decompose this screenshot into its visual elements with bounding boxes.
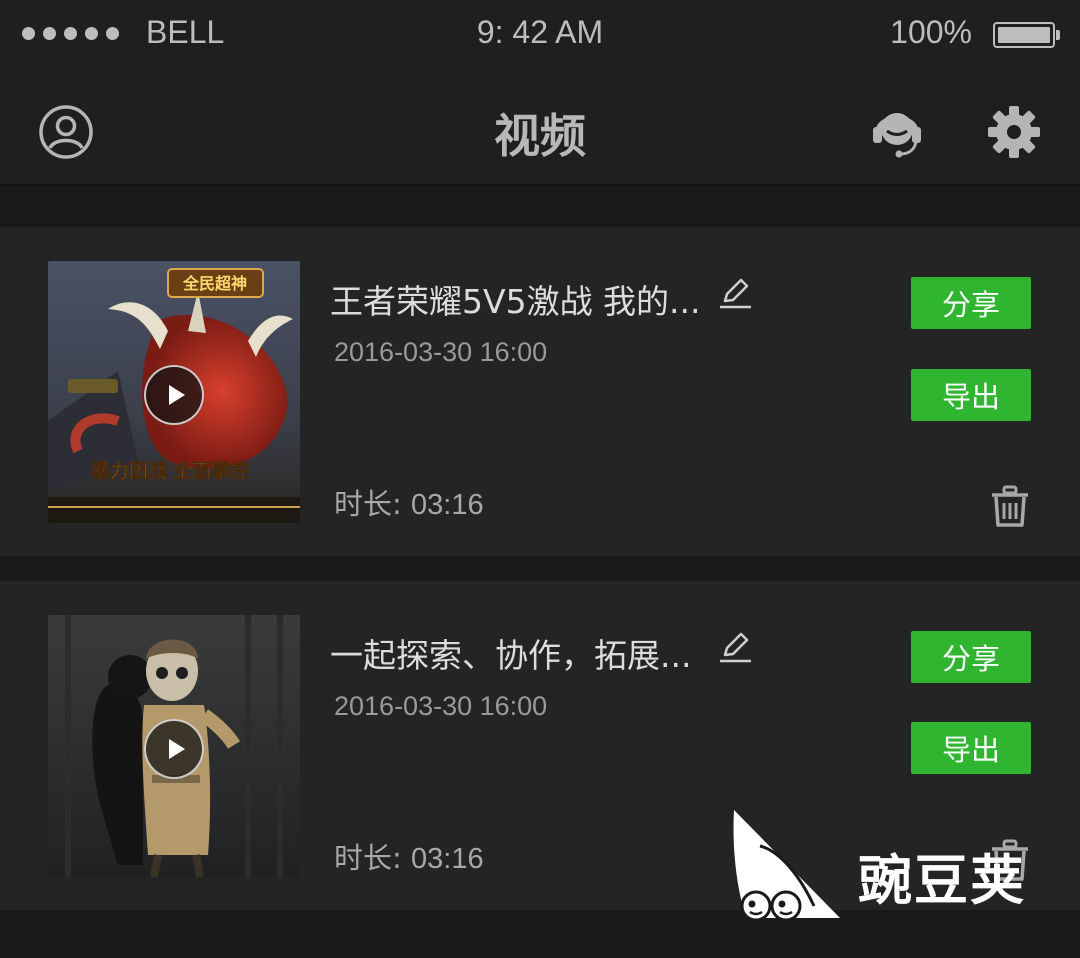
gear-icon[interactable] — [986, 104, 1042, 160]
status-bar: BELL 9: 42 AM 100% — [0, 0, 1080, 72]
watermark-text: 豌豆荚 — [858, 849, 1026, 912]
video-date: 2016-03-30 16:00 — [334, 691, 548, 721]
video-title: 一起探索、协作，拓展... — [330, 636, 692, 675]
svg-text:全民超神: 全民超神 — [182, 274, 247, 293]
play-icon[interactable] — [144, 719, 204, 779]
export-button[interactable]: 导出 — [911, 369, 1031, 421]
video-duration: 时长: 03:16 — [334, 481, 484, 523]
duration-value: 03:16 — [411, 489, 484, 521]
navigation-bar: 视频 — [0, 72, 1080, 186]
video-list-item: 全民超神 暴力团战 全面掌控 王者荣耀5V5激战 我的... 2016-03-3… — [0, 227, 1080, 556]
video-duration: 时长: 03:16 — [334, 835, 484, 877]
duration-value: 03:16 — [411, 843, 484, 875]
trash-icon[interactable] — [990, 485, 1030, 529]
video-date: 2016-03-30 16:00 — [334, 337, 548, 367]
edit-pencil-icon[interactable] — [718, 629, 752, 663]
wandoujia-logo-icon — [733, 810, 840, 922]
duration-label: 时长: — [334, 487, 402, 521]
export-button[interactable]: 导出 — [911, 722, 1031, 774]
video-title: 王者荣耀5V5激战 我的... — [330, 282, 701, 321]
duration-label: 时长: — [334, 841, 402, 875]
customer-service-headset-icon[interactable] — [868, 102, 926, 160]
share-button[interactable]: 分享 — [911, 631, 1031, 683]
edit-pencil-icon[interactable] — [718, 275, 752, 309]
video-thumbnail[interactable]: 全民超神 暴力团战 全面掌控 — [48, 261, 300, 523]
share-button[interactable]: 分享 — [911, 277, 1031, 329]
battery-icon — [993, 22, 1060, 48]
svg-text:暴力团战 全面掌控: 暴力团战 全面掌控 — [91, 459, 250, 482]
play-icon[interactable] — [144, 365, 204, 425]
battery-percentage: 100% — [890, 14, 972, 50]
video-thumbnail[interactable] — [48, 615, 300, 877]
